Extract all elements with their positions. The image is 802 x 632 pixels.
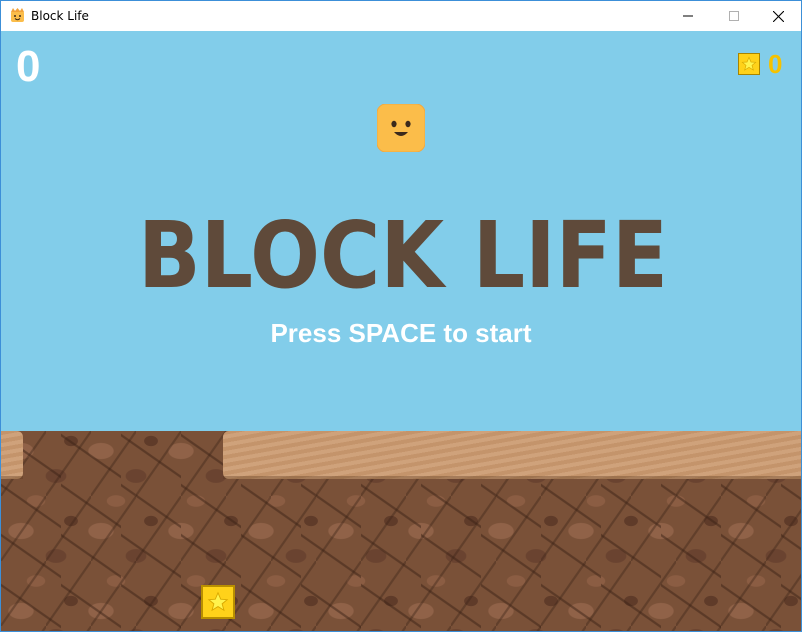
game-canvas[interactable]: 0 0 BLOCK LIFE Press SPACE to start xyxy=(1,31,801,631)
player-block-icon xyxy=(377,104,425,152)
sand-platform-left xyxy=(1,431,23,479)
minimize-icon xyxy=(683,15,693,17)
start-prompt: Press SPACE to start xyxy=(270,318,532,348)
close-button[interactable] xyxy=(755,1,801,31)
title-bar[interactable]: Block Life xyxy=(1,1,801,31)
minimize-button[interactable] xyxy=(665,1,711,31)
game-title-logo: BLOCK LIFE xyxy=(138,207,668,297)
star-icon xyxy=(207,591,229,612)
game-window: Block Life 0 0 BLOCK LIFE Press SPACE to… xyxy=(0,0,802,632)
game-title: BLOCK LIFE xyxy=(138,207,668,297)
window-title: Block Life xyxy=(31,9,89,23)
close-icon xyxy=(772,10,784,22)
maximize-icon xyxy=(729,11,739,21)
maximize-button[interactable] xyxy=(711,1,757,31)
sand-platform-right xyxy=(223,431,801,479)
crown-smiley-icon xyxy=(11,8,24,22)
dirt-ground xyxy=(1,431,801,631)
coin-count: 0 xyxy=(768,49,783,79)
star-coin-pickup xyxy=(201,585,235,619)
star-coin-icon xyxy=(738,53,760,75)
coin-counter: 0 xyxy=(738,51,782,77)
score-counter: 0 xyxy=(16,42,41,91)
